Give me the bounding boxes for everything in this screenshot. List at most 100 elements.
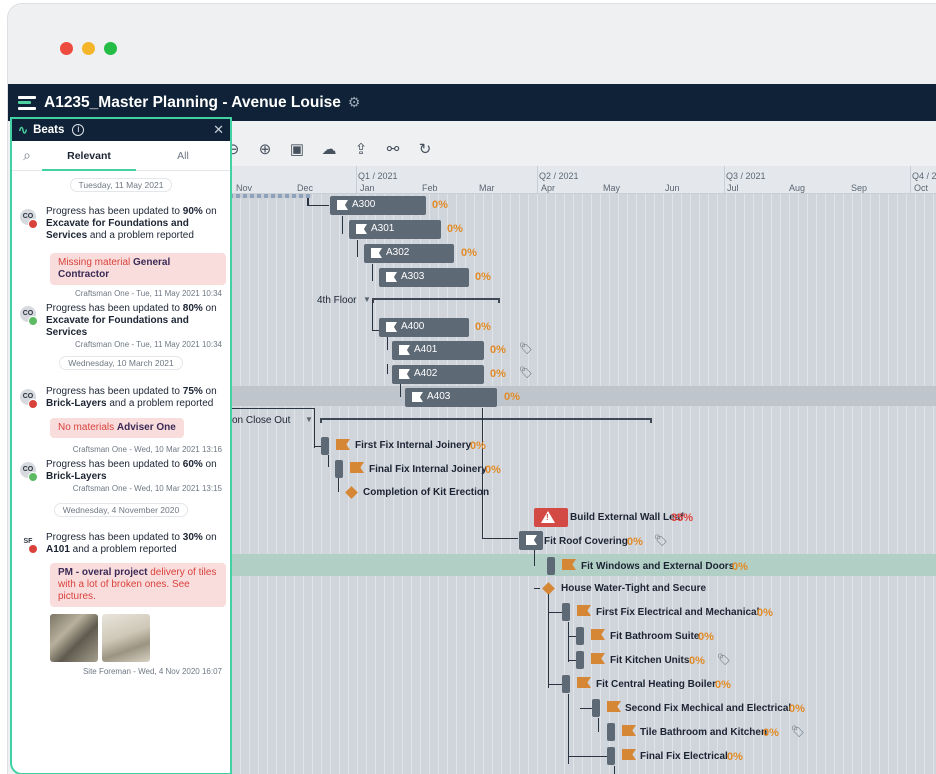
maximize-window-button[interactable] bbox=[104, 42, 117, 55]
problem-badge-icon bbox=[28, 219, 38, 229]
tag-icon[interactable]: 🏷 bbox=[519, 366, 533, 379]
progress-badge-icon bbox=[28, 316, 38, 326]
milestone-flag-icon bbox=[577, 677, 591, 688]
task-handle[interactable] bbox=[607, 747, 615, 765]
warning-badge[interactable]: ! bbox=[534, 508, 568, 527]
task-handle[interactable] bbox=[562, 675, 570, 693]
pct-label: 0% bbox=[763, 727, 779, 739]
gear-icon[interactable]: ⚙ bbox=[348, 94, 361, 111]
link-icon[interactable]: ⚯ bbox=[382, 140, 404, 160]
month-label: Feb bbox=[422, 183, 438, 193]
task-bar-a401[interactable]: A401 bbox=[392, 341, 484, 360]
month-label: Jun bbox=[665, 183, 680, 193]
milestone-flag-icon bbox=[607, 701, 621, 712]
task-bar-a403[interactable]: A403 bbox=[405, 388, 497, 407]
beat-message[interactable]: Progress has been updated to 80% on Exca… bbox=[46, 303, 226, 339]
task-name[interactable]: Fit Kitchen Units bbox=[610, 655, 689, 666]
beat-meta: Craftsman One - Wed, 10 Mar 2021 13:15 bbox=[72, 484, 222, 493]
beat-message[interactable]: Progress has been updated to 75% on Bric… bbox=[46, 386, 226, 410]
progress-badge-icon bbox=[28, 472, 38, 482]
task-bar-roof[interactable] bbox=[519, 531, 543, 550]
window-controls bbox=[60, 42, 117, 55]
collapse-arrow-icon[interactable]: ▼ bbox=[305, 415, 313, 424]
task-name[interactable]: Tile Bathroom and Kitchen bbox=[640, 727, 767, 738]
zoom-in-icon[interactable]: ⊕ bbox=[254, 140, 276, 160]
pct-label: 0% bbox=[732, 561, 748, 573]
collapse-arrow-icon[interactable]: ▼ bbox=[363, 295, 371, 304]
problem-badge-icon bbox=[28, 399, 38, 409]
upload-icon[interactable]: ⇪ bbox=[350, 140, 372, 160]
problem-note[interactable]: Missing material General Contractor bbox=[50, 253, 226, 285]
refresh-icon[interactable]: ↻ bbox=[414, 140, 436, 160]
task-name[interactable]: House Water-Tight and Secure bbox=[561, 583, 706, 594]
tag-icon[interactable]: 🏷 bbox=[791, 725, 805, 738]
tag-icon[interactable]: 🏷 bbox=[519, 342, 533, 355]
task-name[interactable]: Build External Wall Leaf bbox=[570, 512, 684, 523]
menu-icon[interactable] bbox=[18, 95, 36, 110]
tag-icon[interactable]: 🏷 bbox=[654, 534, 668, 547]
close-icon[interactable]: ✕ bbox=[213, 122, 224, 138]
pct-label: 0% bbox=[470, 440, 486, 452]
task-name[interactable]: Second Fix Mechical and Electrical bbox=[625, 703, 791, 714]
task-name[interactable]: Fit Bathroom Suite bbox=[610, 631, 699, 642]
tab-relevant[interactable]: Relevant bbox=[42, 141, 136, 171]
milestone-diamond[interactable] bbox=[345, 486, 358, 499]
tab-all[interactable]: All bbox=[136, 141, 230, 171]
task-handle[interactable] bbox=[562, 603, 570, 621]
beats-tabs: ⌕ Relevant All bbox=[12, 141, 230, 171]
problem-badge-icon bbox=[28, 544, 38, 554]
task-name[interactable]: Fit Windows and External Doors bbox=[581, 561, 734, 572]
task-name[interactable]: First Fix Internal Joinery bbox=[355, 440, 471, 451]
task-bar-a301[interactable]: A301 bbox=[349, 220, 441, 239]
photo-thumbnail[interactable] bbox=[102, 614, 150, 662]
task-name[interactable]: First Fix Electrical and Mechanical bbox=[596, 607, 759, 618]
milestone-diamond[interactable] bbox=[542, 582, 555, 595]
month-label: Dec bbox=[297, 183, 314, 193]
tag-icon[interactable]: 🏷 bbox=[717, 653, 731, 666]
month-label: May bbox=[603, 183, 621, 193]
task-name[interactable]: Fit Central Heating Boiler bbox=[596, 679, 716, 690]
info-icon[interactable]: i bbox=[72, 124, 85, 136]
pct-label: 0% bbox=[475, 321, 491, 333]
beat-message[interactable]: Progress has been updated to 90% on Exca… bbox=[46, 206, 226, 242]
group-label-4th-floor[interactable]: 4th Floor bbox=[317, 295, 356, 306]
task-bar-a303[interactable]: A303 bbox=[379, 268, 469, 287]
task-handle[interactable] bbox=[576, 651, 584, 669]
task-handle[interactable] bbox=[335, 460, 343, 478]
task-bar-a300[interactable]: A300 bbox=[330, 196, 426, 215]
task-handle[interactable] bbox=[576, 627, 584, 645]
beat-meta: Craftsman One - Tue, 11 May 2021 10:34 bbox=[74, 289, 222, 298]
task-name[interactable]: Final Fix Electrical bbox=[640, 751, 728, 762]
photo-thumbnail[interactable] bbox=[50, 614, 98, 662]
milestone-flag-icon bbox=[622, 749, 636, 760]
task-bar-a302[interactable]: A302 bbox=[364, 244, 454, 263]
task-bar-a400[interactable]: A400 bbox=[379, 318, 469, 337]
pct-label: 0% bbox=[490, 368, 506, 380]
task-name[interactable]: Fit Roof Covering bbox=[544, 536, 628, 547]
task-bar-a402[interactable]: A402 bbox=[392, 365, 484, 384]
problem-note[interactable]: No materials Adviser One bbox=[50, 418, 184, 438]
pct-label: 0% bbox=[689, 655, 705, 667]
row-selected[interactable] bbox=[222, 554, 936, 576]
milestone-flag-icon bbox=[591, 629, 605, 640]
search-icon[interactable]: ⌕ bbox=[12, 147, 42, 164]
pct-label: 0% bbox=[475, 271, 491, 283]
pct-label: 0% bbox=[490, 344, 506, 356]
fit-screen-icon[interactable]: ▣ bbox=[286, 140, 308, 160]
minimize-window-button[interactable] bbox=[82, 42, 95, 55]
beat-message[interactable]: Progress has been updated to 30% on A101… bbox=[46, 532, 226, 556]
task-name[interactable]: Completion of Kit Erection bbox=[363, 487, 489, 498]
pct-label: 0% bbox=[757, 607, 773, 619]
task-handle[interactable] bbox=[607, 723, 615, 741]
pct-label: 0% bbox=[447, 223, 463, 235]
beat-message[interactable]: Progress has been updated to 60% on Bric… bbox=[46, 459, 226, 483]
group-label-close-out[interactable]: ction Close Out bbox=[222, 415, 290, 426]
task-handle[interactable] bbox=[592, 699, 600, 717]
problem-note[interactable]: PM - overal project delivery of tiles wi… bbox=[50, 563, 226, 607]
pct-label: 35% bbox=[671, 512, 694, 524]
close-window-button[interactable] bbox=[60, 42, 73, 55]
cloud-download-icon[interactable]: ☁ bbox=[318, 140, 340, 160]
task-handle[interactable] bbox=[321, 437, 329, 455]
task-name[interactable]: Final Fix Internal Joinery bbox=[369, 464, 487, 475]
task-handle[interactable] bbox=[547, 557, 555, 575]
